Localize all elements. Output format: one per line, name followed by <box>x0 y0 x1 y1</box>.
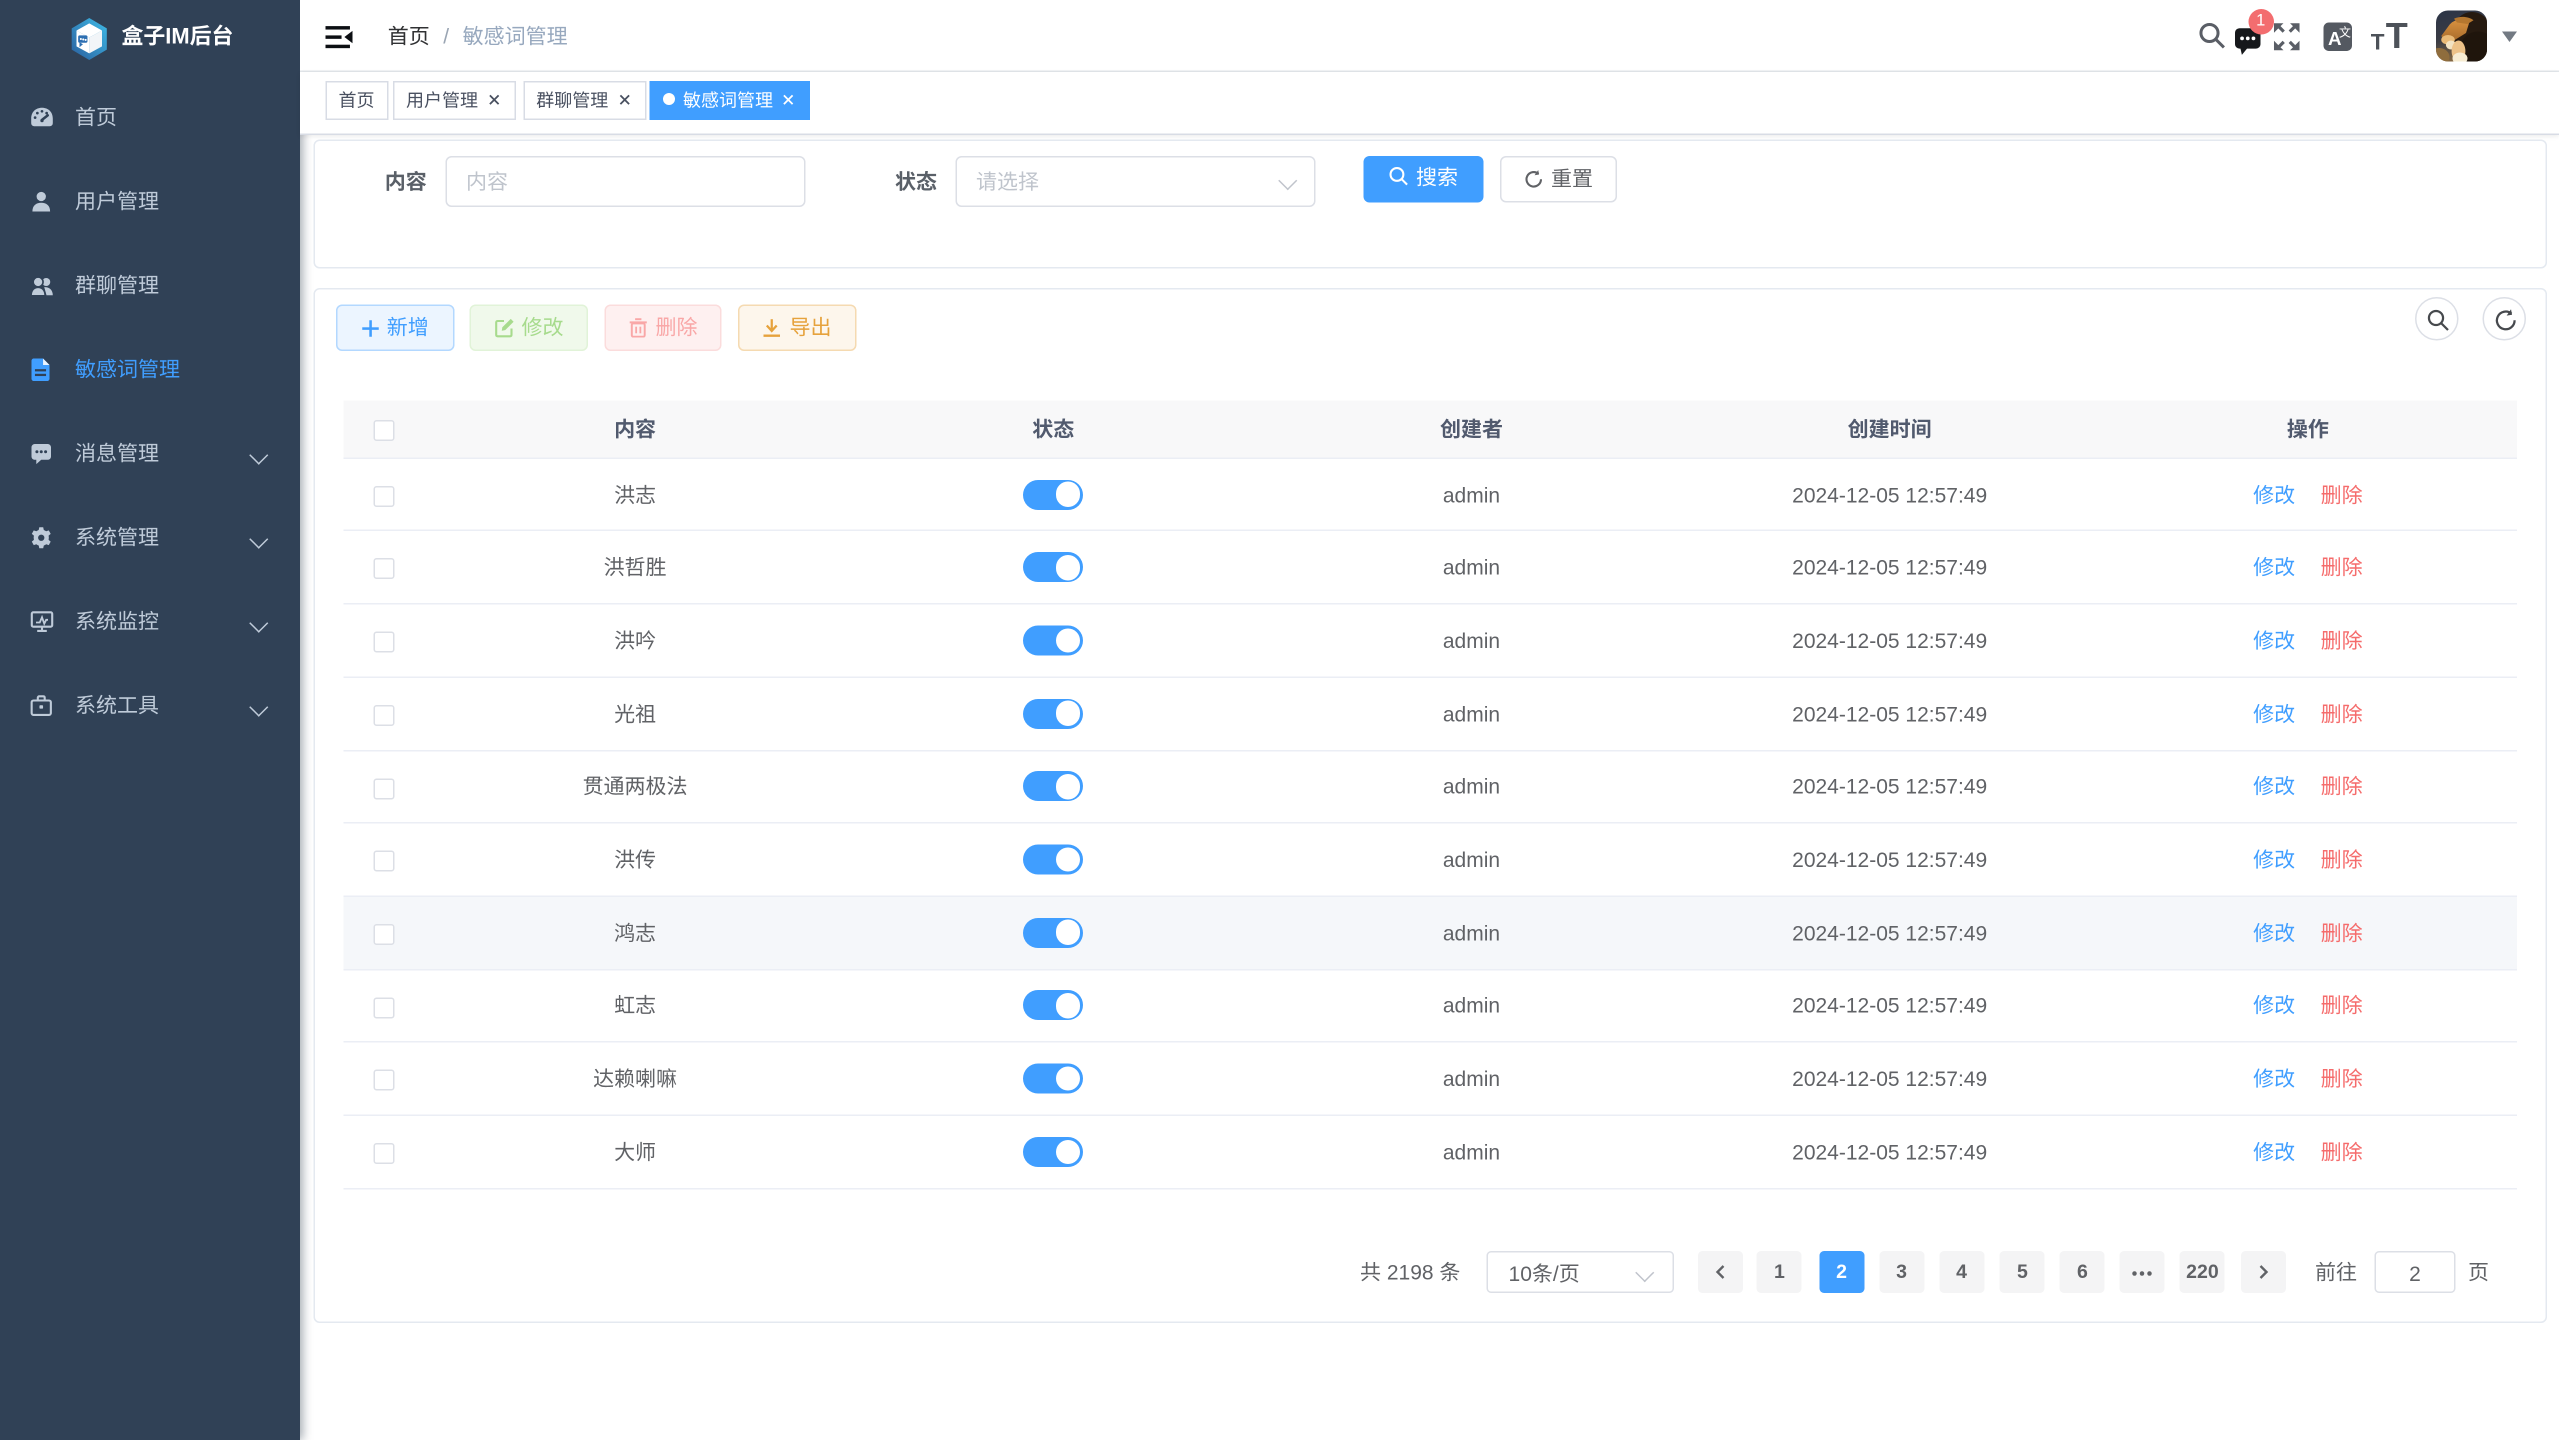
svg-text:文: 文 <box>2338 23 2350 40</box>
